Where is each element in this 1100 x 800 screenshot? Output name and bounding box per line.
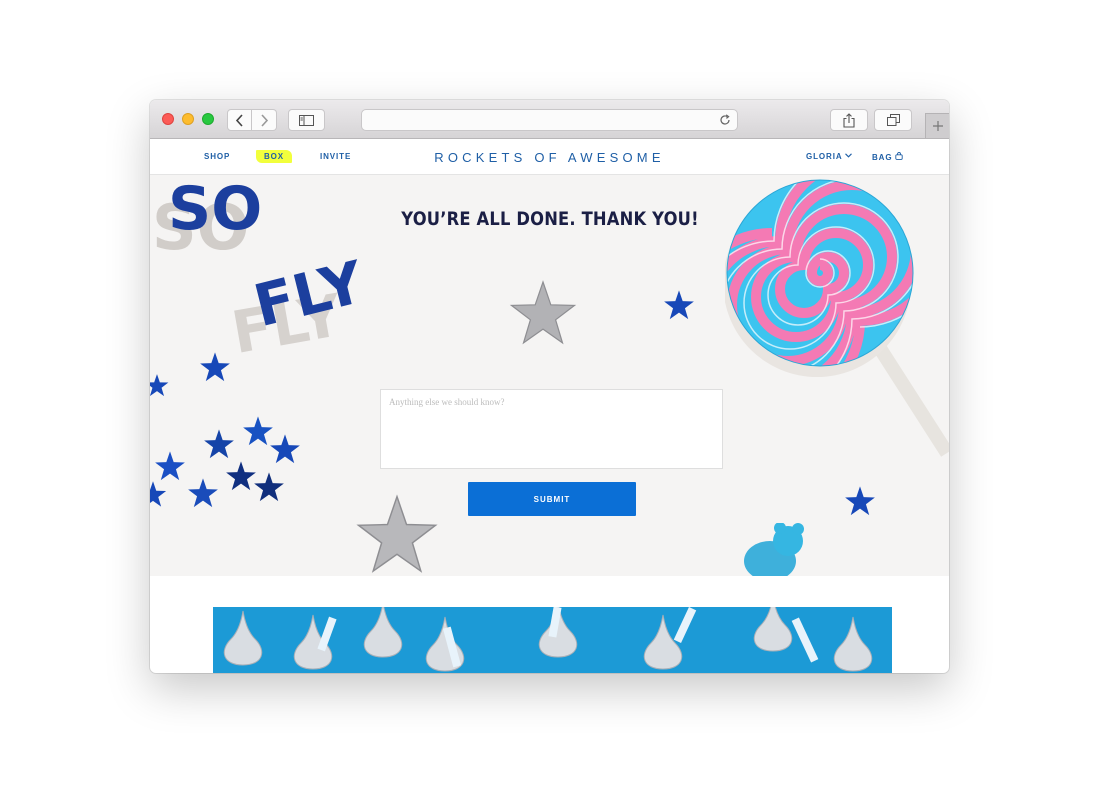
account-name: GLORIA xyxy=(806,152,843,161)
blue-star-icon xyxy=(845,486,875,516)
show-tabs-button[interactable] xyxy=(874,109,912,131)
chocolate-kisses-graphic xyxy=(223,607,873,672)
plus-icon xyxy=(932,121,943,131)
blue-star-icon xyxy=(150,481,167,507)
minimize-window-button[interactable] xyxy=(182,113,194,125)
tabs-icon xyxy=(886,114,900,126)
fly-glitter-graphic: FLY xyxy=(247,247,371,341)
bag-label: BAG xyxy=(872,153,893,162)
hero-section: SO SO FLY FLY YOU’RE ALL DONE. THANK YOU… xyxy=(150,175,949,576)
sidebar-icon xyxy=(299,114,314,126)
blue-star-icon xyxy=(188,478,218,508)
submit-button[interactable]: SUBMIT xyxy=(468,482,636,516)
lollipop-graphic xyxy=(725,179,949,457)
site-header: SHOP BOX INVITE ROCKETS OF AWESOME GLORI… xyxy=(150,139,949,175)
blue-star-icon xyxy=(155,451,185,481)
forward-button[interactable] xyxy=(252,109,277,131)
silver-star-icon xyxy=(356,494,438,573)
bag-link[interactable]: BAG xyxy=(872,152,904,162)
address-bar[interactable] xyxy=(361,109,738,131)
blue-star-icon xyxy=(150,374,169,397)
blue-star-icon xyxy=(254,472,284,502)
chevron-left-icon xyxy=(235,113,243,127)
browser-toolbar xyxy=(150,100,949,139)
share-button[interactable] xyxy=(830,109,868,131)
gummy-bear-graphic xyxy=(744,523,804,576)
blue-star-icon xyxy=(270,434,300,464)
blue-star-icon xyxy=(200,352,230,382)
blue-star-icon xyxy=(664,290,694,320)
silver-star-icon xyxy=(509,280,577,345)
close-window-button[interactable] xyxy=(162,113,174,125)
bag-icon xyxy=(895,152,904,160)
blue-star-icon xyxy=(204,429,234,459)
browser-window: SHOP BOX INVITE ROCKETS OF AWESOME GLORI… xyxy=(150,100,949,673)
chevron-right-icon xyxy=(260,113,268,127)
kisses-banner-image xyxy=(213,607,892,673)
new-tab-button[interactable] xyxy=(925,113,949,138)
chevron-down-icon xyxy=(844,153,852,158)
sidebar-toggle-button[interactable] xyxy=(288,109,325,131)
account-menu[interactable]: GLORIA xyxy=(806,152,852,161)
reload-icon[interactable] xyxy=(719,114,731,126)
back-button[interactable] xyxy=(227,109,252,131)
feedback-input[interactable] xyxy=(380,389,723,469)
share-icon xyxy=(843,112,855,128)
maximize-window-button[interactable] xyxy=(202,113,214,125)
